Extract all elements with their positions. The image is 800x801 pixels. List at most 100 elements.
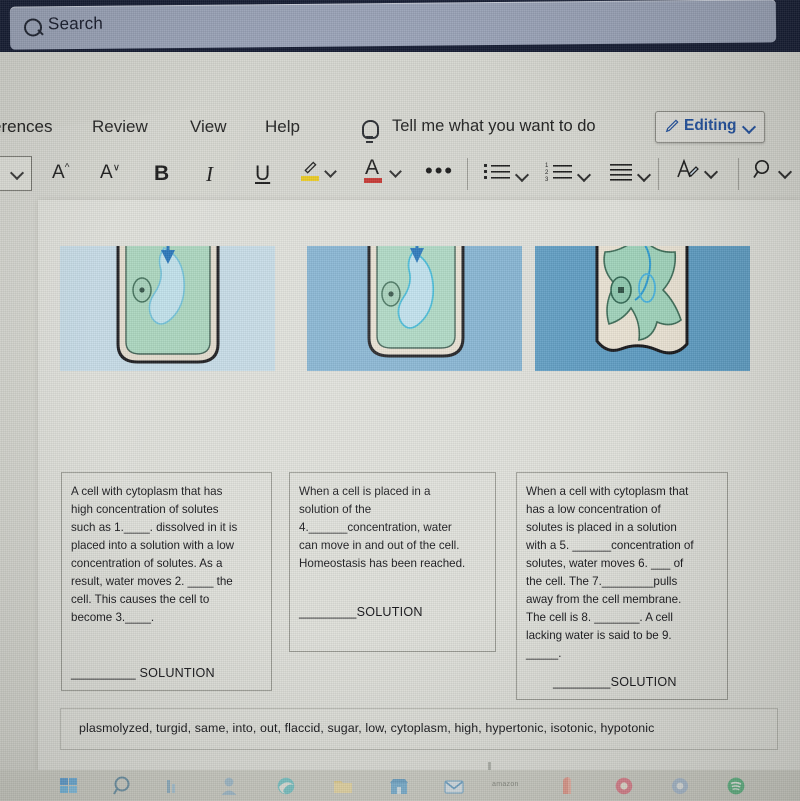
taskbar-widgets-icon[interactable] [160,775,182,797]
text-box-1-line: concentration of solutes. As a [71,557,223,570]
svg-text:1: 1 [545,163,549,169]
toolbar-divider [738,158,739,190]
taskbar-office-icon[interactable] [613,775,635,797]
chevron-down-icon [576,167,592,183]
underline-button[interactable]: U [255,162,270,186]
document-page[interactable]: A cell with cytoplasm that has high conc… [38,200,800,775]
taskbar-edge-icon[interactable] [275,775,297,797]
taskbar-store-icon[interactable] [388,775,410,797]
tab-references[interactable]: erences [0,117,52,137]
chevron-down-icon [741,119,757,135]
taskbar-spotify-icon[interactable] [725,775,747,797]
search-icon [753,159,770,178]
text-box-2-line: When a cell is placed in a [299,485,431,498]
pencil-icon [665,119,679,133]
cell-diagram-plasmolyzed [535,246,750,371]
text-box-2-line: 4.______concentration, water [299,521,452,534]
taskbar-mail-icon[interactable] [443,775,465,797]
chevron-down-icon [389,165,402,178]
text-box-3-line: solutes, water moves 6. ___ of [526,557,684,570]
grow-font-button[interactable]: A^ [52,162,69,184]
text-box-1-line: result, water moves 2. ____ the [71,575,233,588]
bulleted-list-icon [484,164,510,179]
text-cursor-mark [488,762,491,770]
svg-text:2: 2 [545,170,549,176]
taskbar-file-explorer-icon[interactable] [332,775,354,797]
taskbar-amazon-label[interactable]: amazon [492,781,519,788]
chevron-down-icon [636,167,652,183]
word-window: erences Review View Help Tell me what yo… [0,52,800,801]
toolbar-divider [658,158,659,190]
cell-image-row [60,246,778,371]
text-box-2[interactable]: When a cell is placed in a solution of t… [289,472,496,652]
cell-diagram-normal [307,246,522,371]
font-color-button[interactable]: A [364,156,411,192]
tell-me-label[interactable]: Tell me what you want to do [392,117,596,136]
paragraph-alignment-button[interactable] [607,161,652,188]
text-box-3-line: solutes is placed in a solution [526,521,677,534]
text-box-1-line: high concentration of solutes [71,503,219,516]
text-box-3-line: _____. [526,647,562,660]
windows-search-box[interactable]: Search [9,0,777,50]
numbered-list-button[interactable]: 1 2 3 [545,161,592,188]
format-painter-icon [677,158,699,178]
text-box-1-line: such as 1.____. dissolved in it is [71,521,238,534]
text-box-3-line: The cell is 8. _______. A cell [526,611,673,624]
cell-image-hypotonic[interactable] [60,246,275,371]
tab-help[interactable]: Help [265,117,300,137]
word-bank[interactable]: plasmolyzed, turgid, same, into, out, fl… [60,708,778,750]
editing-button-label: Editing [684,117,737,134]
font-color-swatch [364,178,382,183]
text-box-1-line: cell. This causes the cell to [71,593,210,606]
text-box-3-line: with a 5. ______concentration of [526,539,694,552]
find-button[interactable] [752,158,793,187]
taskbar-settings-icon[interactable] [669,775,691,797]
align-icon [610,164,632,181]
formatting-toolbar: A^ A∨ B I U A ••• 1 2 3 [0,152,800,200]
text-box-1-line: become 3.____. [71,611,155,624]
text-box-3-line: When a cell with cytoplasm that [526,485,689,498]
tab-view[interactable]: View [190,117,227,137]
svg-text:3: 3 [545,177,549,183]
editing-mode-button[interactable]: Editing [655,111,765,143]
chevron-down-icon [777,164,793,180]
text-box-2-line: Homeostasis has been reached. [299,557,466,570]
cell-image-hypertonic[interactable] [535,246,750,371]
text-box-2-solution-label: ________SOLUTION [299,605,423,619]
chevron-down-icon [703,164,719,180]
taskbar-app-orange-icon[interactable] [556,775,578,797]
numbered-list-icon: 1 2 3 [545,163,572,183]
ribbon-tab-row: erences Review View Help Tell me what yo… [0,107,800,153]
chevron-down-icon [324,165,337,178]
lightbulb-icon [362,120,379,143]
text-box-3-line: has a low concentration of [526,503,661,516]
windows-taskbar-search-strip: Search [0,0,800,52]
tab-review[interactable]: Review [92,117,148,137]
text-box-3[interactable]: When a cell with cytoplasm that has a lo… [516,472,728,700]
more-formatting-button[interactable]: ••• [425,158,454,184]
styles-button[interactable] [676,158,719,187]
font-name-dropdown[interactable] [0,156,32,191]
text-box-3-line: the cell. The 7.________pulls [526,575,678,588]
search-icon [23,18,43,37]
cell-image-isotonic[interactable] [307,246,522,371]
taskbar-start-windows-icon[interactable] [58,775,80,797]
highlight-color-swatch [301,176,319,181]
taskbar-teams-icon[interactable] [218,775,240,797]
windows-taskbar: amazon [0,770,800,801]
text-box-3-line: away from the cell membrane. [526,593,682,606]
bold-button[interactable]: B [154,162,169,186]
italic-button[interactable]: I [206,162,213,187]
highlight-color-button[interactable] [300,158,346,192]
text-box-1[interactable]: A cell with cytoplasm that has high conc… [61,472,272,691]
text-box-2-line: solution of the [299,503,372,516]
font-color-letter: A [365,156,380,179]
bulleted-list-button[interactable] [483,161,530,188]
text-box-2-line: can move in and out of the cell. [299,539,460,552]
chevron-down-icon [514,167,530,183]
shrink-font-button[interactable]: A∨ [100,162,120,184]
text-box-1-line: placed into a solution with a low [71,539,235,552]
taskbar-search-icon[interactable] [112,775,134,797]
windows-search-placeholder: Search [47,13,104,34]
toolbar-divider [467,158,468,190]
